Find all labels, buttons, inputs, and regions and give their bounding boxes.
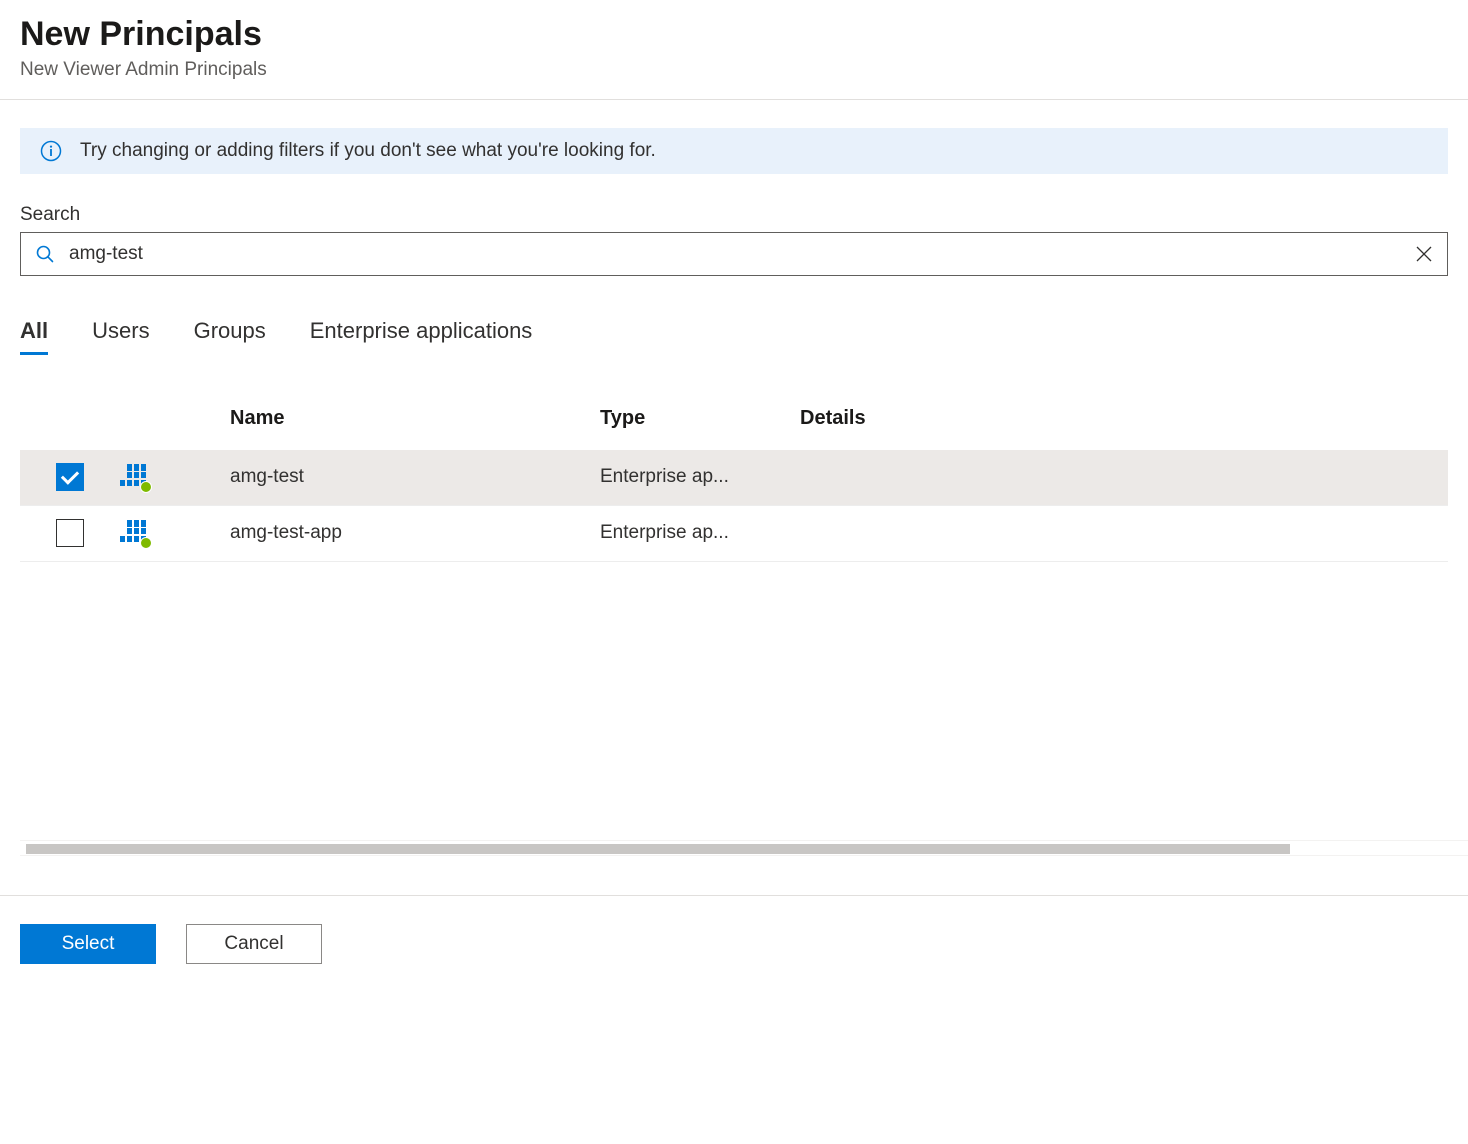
row-checkbox[interactable] xyxy=(56,463,84,491)
search-icon xyxy=(31,244,63,264)
info-icon xyxy=(40,140,62,162)
row-type: Enterprise ap... xyxy=(600,466,800,488)
info-bar: Try changing or adding filters if you do… xyxy=(20,128,1448,174)
tabs: All Users Groups Enterprise applications xyxy=(20,318,1448,355)
horizontal-scrollbar[interactable] xyxy=(20,840,1468,856)
results-table: . . Name Type Details amg-test Enterpris… xyxy=(20,407,1448,562)
col-name: Name xyxy=(230,407,600,430)
table-row[interactable]: amg-test-app Enterprise ap... xyxy=(20,506,1448,562)
tab-enterprise-applications[interactable]: Enterprise applications xyxy=(310,318,533,355)
enterprise-app-icon xyxy=(120,520,150,546)
tab-users[interactable]: Users xyxy=(92,318,149,355)
footer: Select Cancel xyxy=(0,895,1468,964)
page-title: New Principals xyxy=(20,14,1448,55)
tab-groups[interactable]: Groups xyxy=(194,318,266,355)
close-icon xyxy=(1415,245,1433,263)
table-row[interactable]: amg-test Enterprise ap... xyxy=(20,450,1448,506)
row-name: amg-test xyxy=(230,466,600,488)
row-type: Enterprise ap... xyxy=(600,522,800,544)
page-subtitle: New Viewer Admin Principals xyxy=(20,59,1448,81)
header-divider xyxy=(0,99,1468,100)
clear-search-button[interactable] xyxy=(1411,241,1437,267)
search-input[interactable] xyxy=(63,239,1411,269)
cancel-button[interactable]: Cancel xyxy=(186,924,322,964)
col-type: Type xyxy=(600,407,800,430)
search-box xyxy=(20,232,1448,276)
scrollbar-thumb[interactable] xyxy=(26,844,1290,854)
tab-all[interactable]: All xyxy=(20,318,48,355)
select-button[interactable]: Select xyxy=(20,924,156,964)
row-checkbox[interactable] xyxy=(56,519,84,547)
col-details: Details xyxy=(800,407,1448,430)
info-message: Try changing or adding filters if you do… xyxy=(80,140,656,162)
search-label: Search xyxy=(20,204,1448,226)
enterprise-app-icon xyxy=(120,464,150,490)
row-name: amg-test-app xyxy=(230,522,600,544)
